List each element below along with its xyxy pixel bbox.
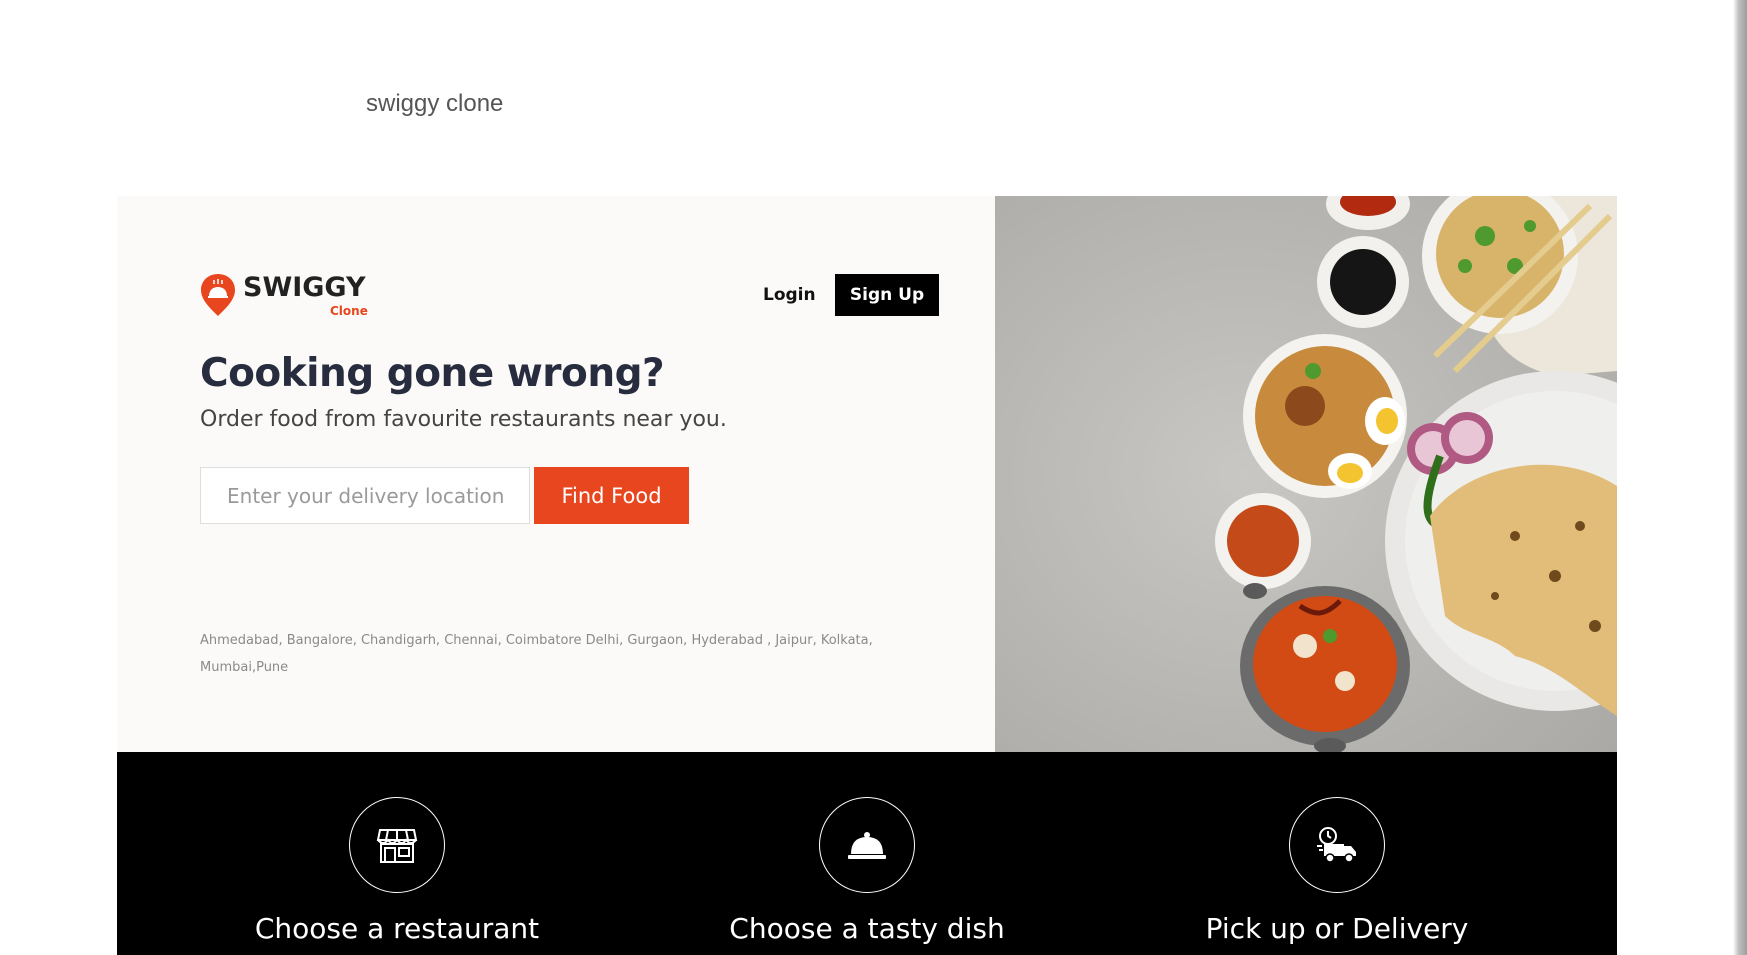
hero-title: Cooking gone wrong? bbox=[200, 351, 665, 396]
delivery-truck-icon bbox=[1317, 827, 1356, 863]
find-food-button[interactable]: Find Food bbox=[534, 467, 689, 524]
signup-button[interactable]: Sign Up bbox=[835, 274, 939, 316]
city-list: Ahmedabad, Bangalore, Chandigarh, Chenna… bbox=[200, 633, 873, 675]
step-label: Choose a restaurant bbox=[254, 912, 540, 945]
hero-food-image bbox=[995, 196, 1617, 752]
food-platter-illustration bbox=[995, 196, 1617, 752]
location-pin-logo-icon bbox=[201, 274, 235, 316]
step-label: Choose a tasty dish bbox=[729, 912, 1005, 945]
hero-content: SWIGGY Clone Login Sign Up Cooking gone … bbox=[117, 196, 995, 752]
hero-subtitle: Order food from favourite restaurants ne… bbox=[200, 407, 727, 432]
logo-subtext: Clone bbox=[330, 304, 368, 318]
step-label: Pick up or Delivery bbox=[1205, 912, 1469, 945]
window-scrollbar-edge bbox=[1733, 0, 1747, 955]
step-choose-dish: Choose a tasty dish bbox=[667, 752, 1067, 955]
page-heading: swiggy clone bbox=[366, 90, 504, 117]
restaurant-icon bbox=[376, 829, 418, 863]
hero-section: SWIGGY Clone Login Sign Up Cooking gone … bbox=[117, 196, 1617, 752]
swiggy-logo[interactable]: SWIGGY Clone bbox=[200, 272, 370, 318]
step-pickup-delivery: Pick up or Delivery bbox=[1137, 752, 1537, 955]
how-it-works-section: Choose a restaurant Choose a tasty dish bbox=[117, 752, 1617, 955]
login-link[interactable]: Login bbox=[763, 274, 816, 316]
step-icon-circle bbox=[349, 797, 445, 893]
step-icon-circle bbox=[1289, 797, 1385, 893]
logo-wordmark: SWIGGY bbox=[243, 272, 366, 303]
step-icon-circle bbox=[819, 797, 915, 893]
step-choose-restaurant: Choose a restaurant bbox=[197, 752, 597, 955]
delivery-location-input[interactable] bbox=[200, 467, 530, 524]
dish-cloche-icon bbox=[848, 832, 886, 859]
